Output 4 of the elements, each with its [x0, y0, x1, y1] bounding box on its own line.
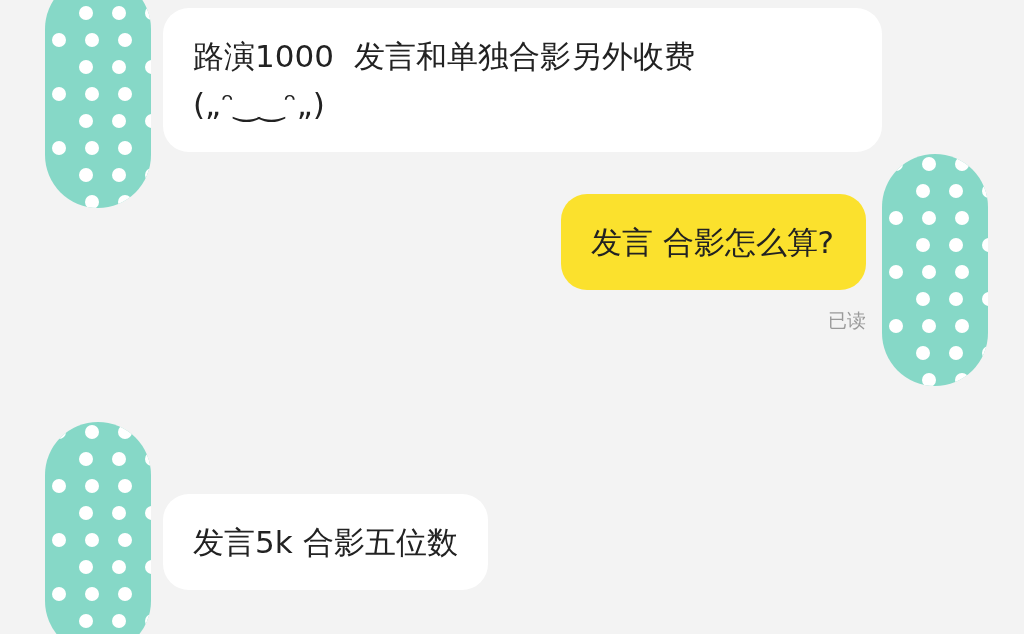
- message-bubble: 路演1000 发言和单独合影另外收费 („ᵔ‿‿ᵔ„): [163, 8, 882, 152]
- message-bubble: 发言 合影怎么算?: [560, 194, 866, 290]
- message-bubble: 发言5k 合影五位数: [163, 494, 488, 590]
- read-receipt: 已读: [828, 308, 866, 333]
